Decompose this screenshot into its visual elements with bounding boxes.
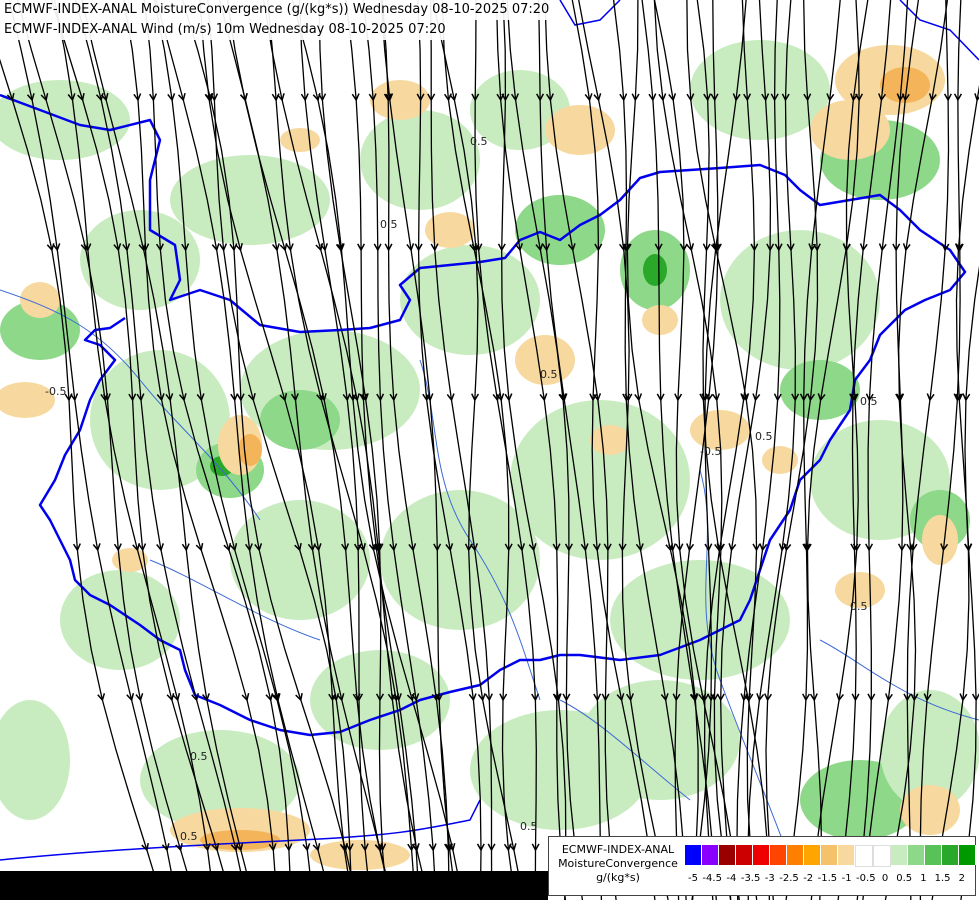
legend-model-label: ECMWF-INDEX-ANAL [561,843,675,856]
bottom-bar [0,871,548,900]
legend-tick: -0.5 [856,873,876,884]
contour-label: 0.5 [755,430,773,443]
legend-swatch [855,845,873,867]
convergence-blob [515,195,605,265]
legend-swatch [942,845,959,865]
legend-tick: -1.5 [817,873,838,884]
title-wind: ECMWF-INDEX-ANAL Wind (m/s) 10m Wednesda… [0,20,452,40]
legend-tick: -1 [841,873,852,884]
convergence-blob [170,155,330,245]
title-moisture-convergence: ECMWF-INDEX-ANAL MoistureConvergence (g/… [0,0,556,20]
legend-variable-label: MoistureConvergence [558,857,678,870]
divergence-blob [310,840,410,870]
legend-swatch [719,845,736,865]
legend-swatch [804,845,821,865]
legend-tick: -2.5 [779,873,799,884]
legend-tick: -4 [726,873,737,884]
convergence-blob [610,560,790,680]
legend-swatch [685,845,702,865]
legend-tick: -5 [688,873,698,884]
legend-tick: -2 [803,873,814,884]
divergence-blob [922,515,958,565]
legend-swatch [891,845,908,865]
legend-swatch [753,845,770,865]
divergence-blob [280,128,320,152]
convergence-blob [643,254,667,286]
legend-color-scale [685,845,976,867]
contour-label: 0.5 [190,750,208,763]
legend-tick: 1.5 [934,873,951,884]
legend-tick-labels: -5 -4.5 -4 -3.5 -3 -2.5 -2 -1.5 -1 -0.5 0 0.5 1 1.5 2 [685,873,973,887]
divergence-blob [20,282,60,318]
divergence-core [238,434,262,466]
legend-tick: 2 [958,873,965,884]
legend-swatch [702,845,719,865]
contour-label: 0.5 [860,395,878,408]
legend-tick: -3 [764,873,775,884]
legend-swatch [838,845,855,865]
contour-label: 0.5 [470,135,488,148]
divergence-blob [590,425,630,455]
legend-swatch [770,845,787,865]
legend-swatch [873,845,891,867]
legend-unit-label: g/(kg*s) [596,871,640,884]
legend-swatch [821,845,838,865]
legend-swatch [959,845,976,865]
contour-label: 0.5 [540,368,558,381]
legend-tick: -3.5 [740,873,761,884]
legend-tick: 0 [881,873,889,884]
contour-label: -0.5 [700,445,721,458]
moisture-convergence-map: 0.5 0.5 0.5 0.5 0.5 0.5 0.5 0.5 0.5 -0.5 -0.5 [0,0,979,900]
legend-tick: -4.5 [702,873,722,884]
legend-swatch [787,845,804,865]
convergence-blob [720,230,880,370]
legend-swatch [908,845,925,865]
contour-label: 0.5 [380,218,398,231]
contour-label: 0.5 [520,820,538,833]
legend-swatch [736,845,753,865]
legend: ECMWF-INDEX-ANAL MoistureConvergence g/(… [548,836,976,896]
legend-title: ECMWF-INDEX-ANAL MoistureConvergence g/(… [553,843,683,885]
contour-label: 0.5 [180,830,198,843]
divergence-blob [642,305,678,335]
legend-tick: 0.5 [896,873,913,884]
legend-swatch [925,845,942,865]
contour-label: -0.5 [45,385,66,398]
legend-tick: 1 [920,873,927,884]
contour-label: 0.5 [850,600,868,613]
